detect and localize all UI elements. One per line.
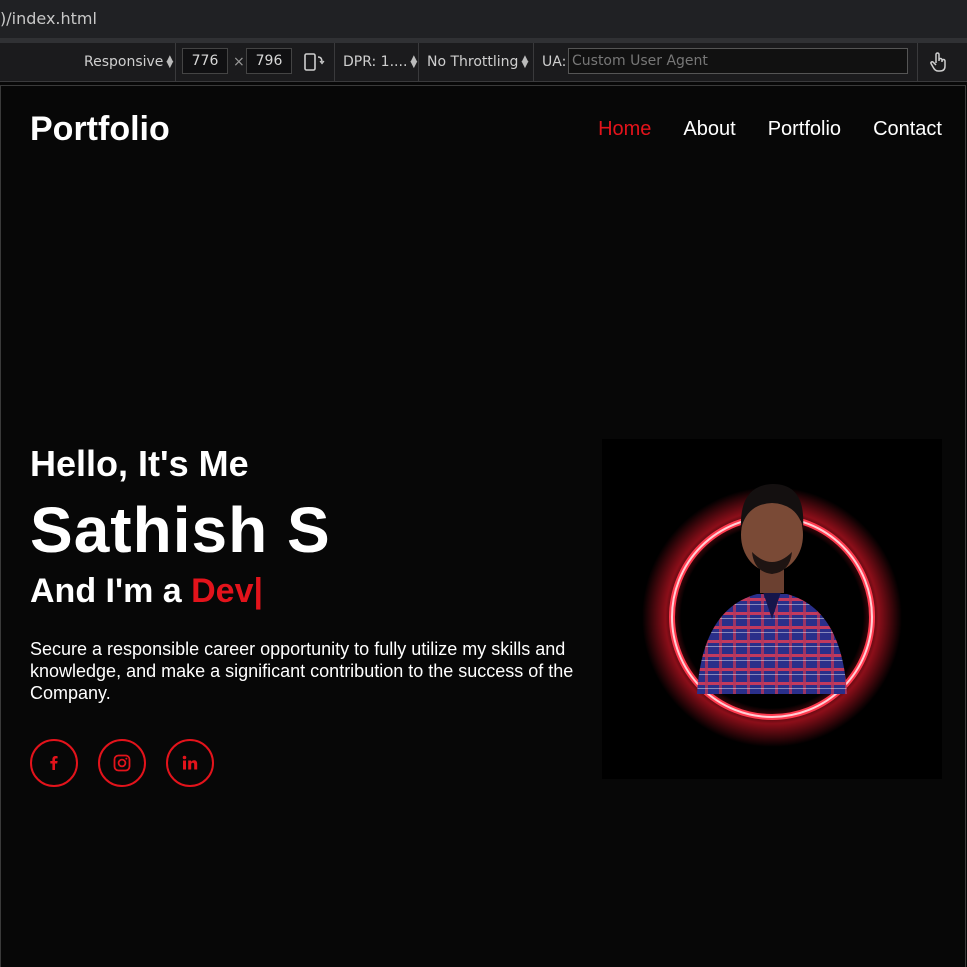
divider [533,43,534,81]
hero-description: Secure a responsible career opportunity … [30,639,574,703]
nav-contact[interactable]: Contact [873,118,942,141]
facebook-link[interactable] [30,739,78,787]
instagram-icon [113,754,131,772]
device-select[interactable]: Responsive ▲ ▼ [84,43,173,81]
updown-icon: ▲ ▼ [521,54,529,70]
browser-address-bar[interactable]: )/index.html [0,0,967,39]
dpr-label: DPR: 1.... [343,54,408,70]
divider [418,43,419,81]
url-text[interactable]: )/index.html [0,9,97,28]
throttling-select[interactable]: No Throttling ▲ ▼ [427,43,528,81]
rotate-icon[interactable] [303,43,325,81]
throttling-label: No Throttling [427,54,519,70]
nav-about[interactable]: About [683,118,735,141]
divider [334,43,335,81]
device-select-label: Responsive [84,54,164,70]
updown-icon: ▲ ▼ [166,54,174,70]
facebook-icon [50,756,58,770]
dpr-select[interactable]: DPR: 1.... ▲ ▼ [343,43,417,81]
role-typed: Dev| [191,572,263,610]
hero-name: Sathish S [30,494,331,566]
social-links [30,739,214,787]
role-prefix: And I'm a [30,572,182,610]
linkedin-link[interactable] [166,739,214,787]
divider [175,43,176,81]
hero-greeting: Hello, It's Me [30,443,249,484]
linkedin-icon [182,755,198,770]
profile-photo [602,439,942,779]
responsive-toolbar: Responsive ▲ ▼ 776 × 796 DPR: 1.... ▲ ▼ No… [0,43,967,82]
ua-input[interactable]: Custom User Agent [568,48,908,74]
nav-home[interactable]: Home [598,118,651,141]
divider [917,43,918,81]
times-sign: × [233,54,245,70]
ua-label: UA: [542,54,567,70]
width-input[interactable]: 776 [182,48,228,74]
nav-portfolio[interactable]: Portfolio [768,118,841,141]
height-input[interactable]: 796 [246,48,292,74]
hero-role: And I'm a Dev| [30,572,263,611]
updown-icon: ▲ ▼ [410,54,418,70]
touch-icon[interactable] [929,43,949,81]
instagram-link[interactable] [98,739,146,787]
main-nav: Home About Portfolio Contact [598,118,942,141]
site-logo[interactable]: Portfolio [30,110,170,149]
